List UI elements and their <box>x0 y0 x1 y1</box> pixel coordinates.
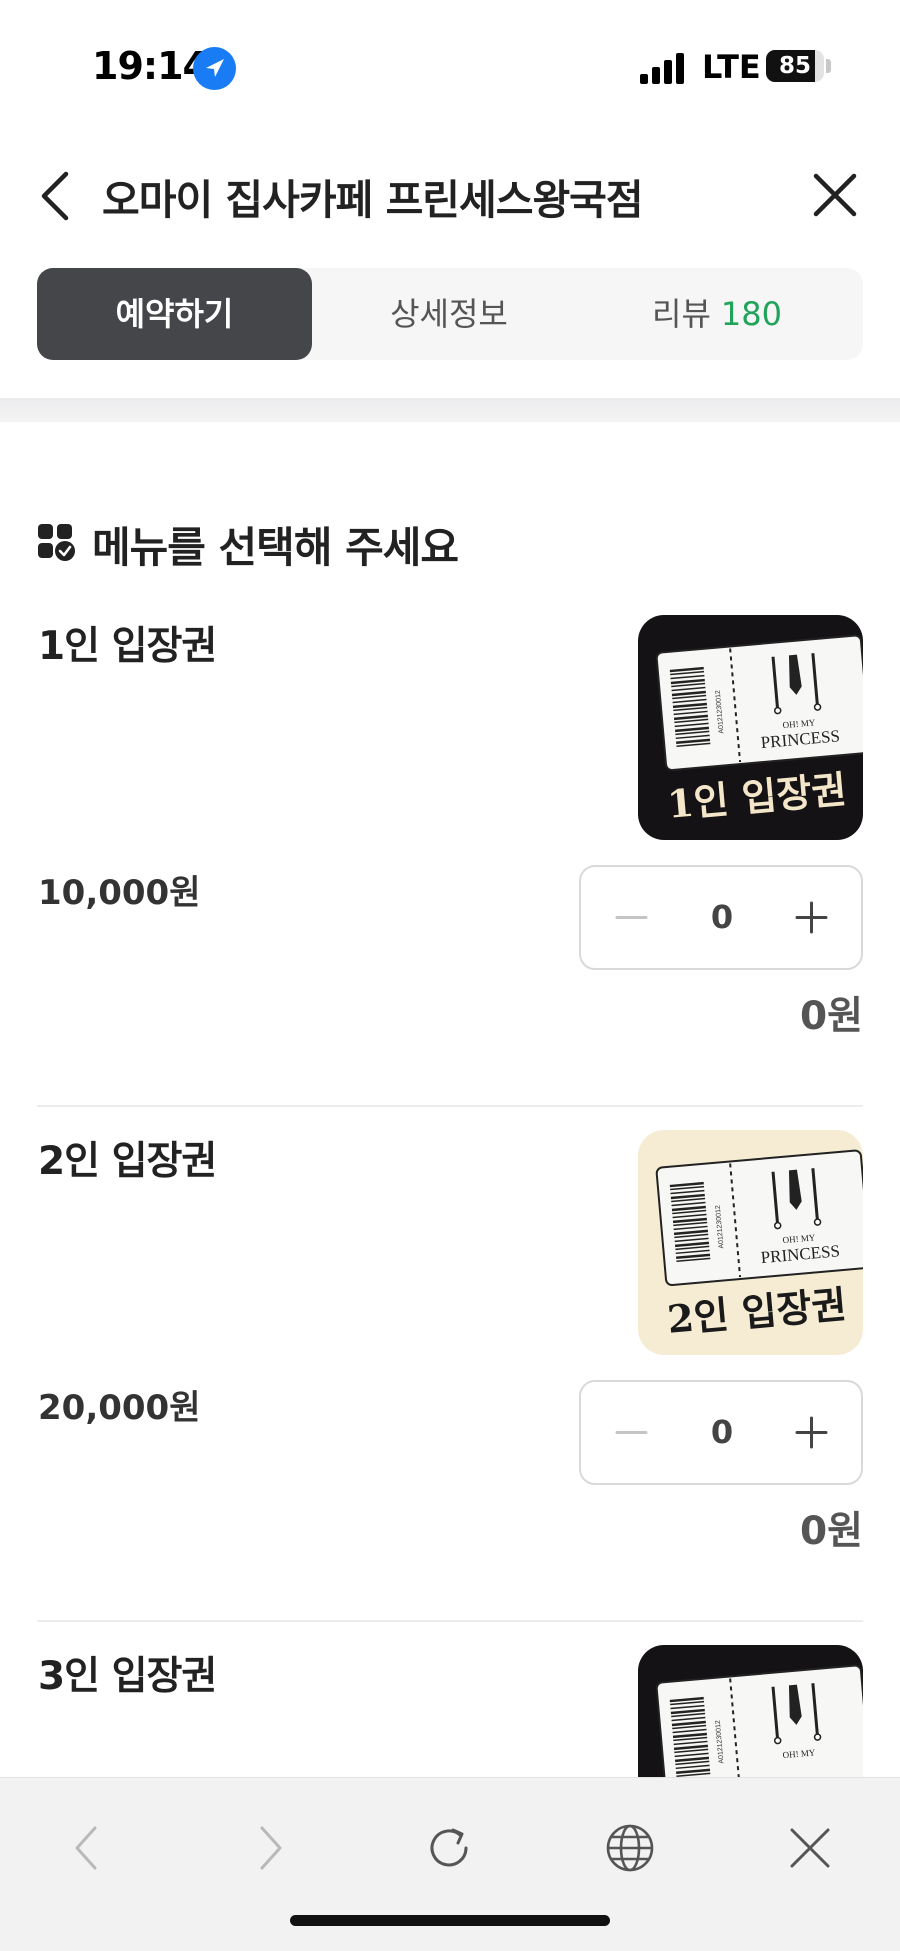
menu-item: 1인 입장권 A0121230012 OH! MY PRINCESS 1인 입장권 1… <box>0 615 900 1130</box>
item-divider <box>37 1620 863 1622</box>
review-count: 180 <box>720 295 782 333</box>
tab-bar: 예약하기 상세정보 리뷰 180 <box>37 268 863 360</box>
status-bar: 19:14 LTE 85 <box>0 0 900 130</box>
menu-item-name: 1인 입장권 <box>38 624 217 669</box>
globe-icon[interactable] <box>600 1818 660 1878</box>
menu-select-icon <box>38 524 76 562</box>
minus-icon[interactable] <box>599 885 664 950</box>
plus-icon[interactable] <box>779 1400 844 1465</box>
page-header: 오마이 집사카페 프린세스왕국점 <box>0 140 900 250</box>
menu-item-name: 3인 입장권 <box>38 1654 217 1699</box>
back-icon[interactable] <box>57 1818 117 1878</box>
tab-reservation[interactable]: 예약하기 <box>37 268 312 360</box>
tab-reviews[interactable]: 리뷰 180 <box>617 268 817 360</box>
reload-icon[interactable] <box>420 1818 480 1878</box>
menu-item-total: 0원 <box>799 1509 863 1554</box>
menu-item-thumbnail: A0121230012 OH! MY <box>638 1645 863 1785</box>
menu-item: 3인 입장권 A0121230012 OH! MY <box>0 1645 900 1785</box>
quantity-value: 0 <box>710 1413 734 1451</box>
menu-item: 2인 입장권 A0121230012 OH! MY PRINCESS 2인 입장권 2… <box>0 1130 900 1645</box>
menu-item-total: 0원 <box>799 994 863 1039</box>
menu-item-thumbnail: A0121230012 OH! MY PRINCESS 1인 입장권 <box>638 615 863 840</box>
battery-tip <box>826 59 831 73</box>
menu-item-price: 10,000원 <box>38 873 201 913</box>
quantity-stepper: 0 <box>579 865 863 970</box>
menu-item-thumbnail: A0121230012 OH! MY PRINCESS 2인 입장권 <box>638 1130 863 1355</box>
quantity-value: 0 <box>710 898 734 936</box>
back-chevron-icon[interactable] <box>32 168 82 224</box>
tab-details[interactable]: 상세정보 <box>349 268 549 360</box>
item-divider <box>37 1105 863 1107</box>
section-title: 메뉴를 선택해 주세요 <box>92 523 459 572</box>
home-indicator <box>290 1915 610 1926</box>
battery-icon: 85 <box>766 50 824 82</box>
section-divider <box>0 398 900 422</box>
minus-icon[interactable] <box>599 1400 664 1465</box>
close-icon[interactable] <box>810 170 860 220</box>
status-time: 19:14 <box>92 44 209 88</box>
tab-reviews-label: 리뷰 <box>652 295 711 333</box>
page-title: 오마이 집사카페 프린세스왕국점 <box>102 176 644 224</box>
location-arrow-icon <box>193 47 236 90</box>
network-type: LTE <box>702 48 761 86</box>
battery-level-text: 85 <box>778 53 811 79</box>
close-icon[interactable] <box>780 1818 840 1878</box>
plus-icon[interactable] <box>779 885 844 950</box>
quantity-stepper: 0 <box>579 1380 863 1485</box>
menu-item-name: 2인 입장권 <box>38 1139 217 1184</box>
cellular-signal-icon <box>640 52 686 84</box>
menu-item-price: 20,000원 <box>38 1388 201 1428</box>
forward-icon[interactable] <box>240 1818 300 1878</box>
